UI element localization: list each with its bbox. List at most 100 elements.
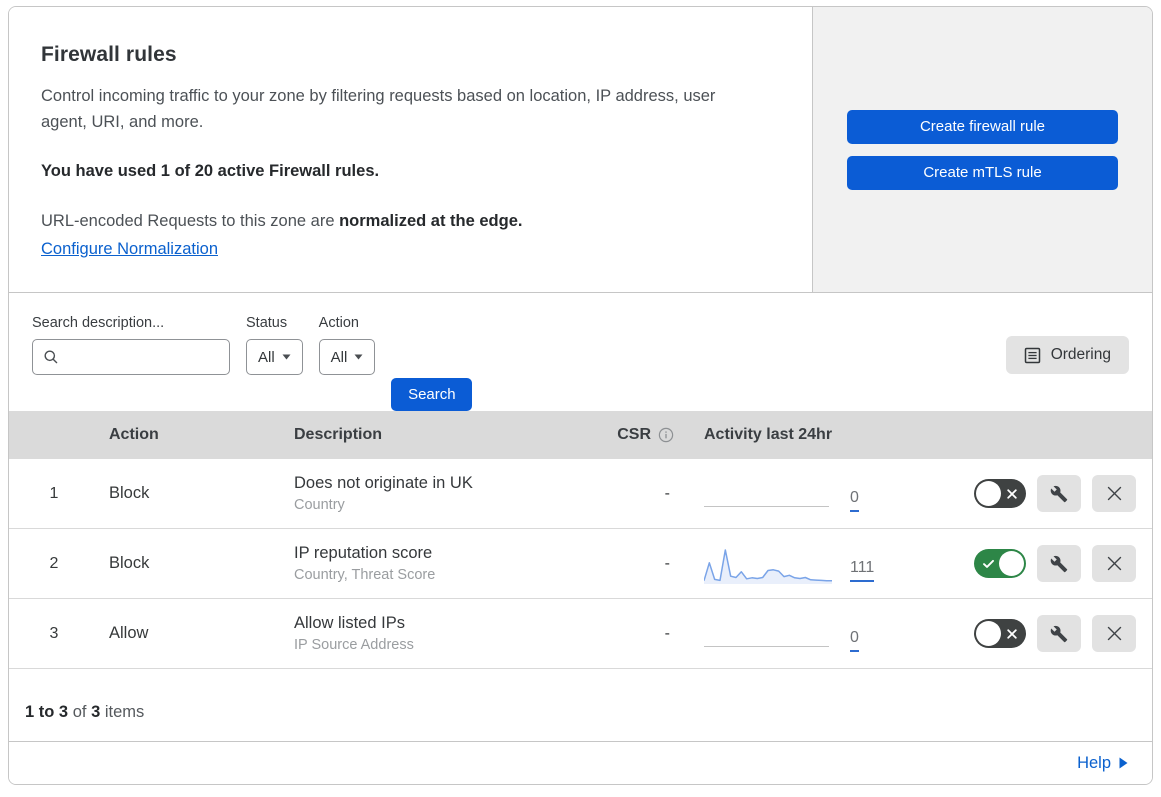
chevron-down-icon: [282, 354, 291, 360]
activity-sparkline: [704, 474, 832, 514]
configure-normalization-link[interactable]: Configure Normalization: [41, 240, 218, 259]
rule-priority: 1: [49, 484, 59, 502]
chevron-down-icon: [354, 354, 363, 360]
column-action: Action: [109, 426, 159, 443]
ordering-button[interactable]: Ordering: [1005, 336, 1129, 374]
help-label: Help: [1077, 753, 1111, 772]
page-description: Control incoming traffic to your zone by…: [41, 87, 716, 132]
rule-description: IP reputation score: [294, 544, 433, 562]
table-row: 3 Allow Allow listed IPs IP Source Addre…: [9, 599, 1152, 669]
wrench-icon: [1050, 625, 1068, 643]
delete-rule-button[interactable]: [1092, 615, 1136, 652]
rule-fields: Country: [294, 497, 345, 513]
activity-sparkline: [704, 614, 832, 654]
rule-csr-value: -: [664, 554, 670, 572]
rule-description-cell: Allow listed IPs IP Source Address: [284, 614, 594, 653]
action-label: Action: [318, 315, 359, 331]
filter-bar: Search description... Status All Action …: [9, 293, 1152, 411]
arrow-right-icon: [1119, 757, 1128, 769]
action-select[interactable]: All: [318, 339, 376, 375]
close-icon: [1107, 626, 1122, 641]
rule-activity-cell: 0: [694, 614, 914, 654]
toggle-knob: [976, 481, 1001, 506]
enable-toggle[interactable]: [974, 549, 1026, 578]
delete-rule-button[interactable]: [1092, 545, 1136, 582]
rule-description-cell: Does not originate in UK Country: [284, 474, 594, 513]
header-text-block: Firewall rules Control incoming traffic …: [9, 7, 813, 292]
column-activity: Activity last 24hr: [704, 426, 833, 443]
help-row: Help: [9, 741, 1152, 784]
rule-action: Block: [109, 554, 150, 572]
toggle-knob: [976, 621, 1001, 646]
rule-description: Does not originate in UK: [294, 474, 473, 492]
create-mtls-rule-button[interactable]: Create mTLS rule: [847, 155, 1118, 190]
close-icon: [1107, 486, 1122, 501]
status-selected-value: All: [258, 348, 275, 366]
info-icon[interactable]: [658, 427, 674, 443]
create-firewall-rule-button[interactable]: Create firewall rule: [847, 109, 1118, 144]
normalization-text: URL-encoded Requests to this zone are: [41, 211, 340, 230]
rule-description: Allow listed IPs: [294, 614, 405, 632]
search-group: Search description...: [32, 315, 230, 375]
edit-rule-button[interactable]: [1037, 615, 1081, 652]
header-section: Firewall rules Control incoming traffic …: [9, 7, 1152, 293]
ordering-list-icon: [1024, 347, 1041, 364]
search-input[interactable]: [32, 339, 230, 375]
rule-fields: IP Source Address: [294, 637, 414, 653]
firewall-rules-panel: Firewall rules Control incoming traffic …: [8, 6, 1153, 785]
status-label: Status: [246, 315, 288, 331]
wrench-icon: [1050, 485, 1068, 503]
search-icon: [43, 349, 59, 365]
activity-count-link[interactable]: 111: [850, 559, 875, 582]
activity-count-link[interactable]: 0: [850, 489, 859, 512]
pagination-total: 3: [91, 703, 101, 721]
rule-csr-value: -: [664, 624, 670, 642]
usage-summary: You have used 1 of 20 active Firewall ru…: [41, 161, 380, 180]
action-selected-value: All: [330, 348, 348, 366]
edit-rule-button[interactable]: [1037, 475, 1081, 512]
delete-rule-button[interactable]: [1092, 475, 1136, 512]
toggle-knob: [999, 551, 1024, 576]
rule-fields: Country, Threat Score: [294, 567, 436, 583]
action-filter-group: Action All: [318, 315, 376, 375]
pagination-items-label: items: [104, 703, 145, 721]
csr-label: CSR: [617, 426, 651, 443]
x-icon: [1007, 488, 1017, 499]
page-title: Firewall rules: [41, 43, 177, 66]
rule-csr-value: -: [664, 484, 670, 502]
enable-toggle[interactable]: [974, 619, 1026, 648]
rule-description-cell: IP reputation score Country, Threat Scor…: [284, 544, 594, 583]
rule-action: Block: [109, 484, 150, 502]
pagination-summary: 1 to 3 of 3 items: [9, 669, 1152, 741]
enable-toggle[interactable]: [974, 479, 1026, 508]
table-row: 2 Block IP reputation score Country, Thr…: [9, 529, 1152, 599]
pagination-of: of: [72, 703, 87, 721]
search-label: Search description...: [32, 315, 165, 331]
rule-priority: 3: [49, 624, 59, 642]
close-icon: [1107, 556, 1122, 571]
x-icon: [1007, 628, 1017, 639]
column-csr: CSR: [594, 426, 694, 444]
rule-activity-cell: 0: [694, 474, 914, 514]
search-button[interactable]: Search: [391, 378, 473, 411]
activity-count-link[interactable]: 0: [850, 629, 859, 652]
status-select[interactable]: All: [246, 339, 303, 375]
check-icon: [983, 559, 994, 568]
status-filter-group: Status All: [246, 315, 303, 375]
activity-sparkline: [704, 544, 832, 584]
normalization-bold: normalized at the edge.: [339, 211, 523, 230]
normalization-note: URL-encoded Requests to this zone are no…: [41, 209, 780, 234]
wrench-icon: [1050, 555, 1068, 573]
pagination-range: 1 to 3: [25, 703, 69, 721]
column-description: Description: [294, 426, 383, 443]
edit-rule-button[interactable]: [1037, 545, 1081, 582]
help-link[interactable]: Help: [1077, 754, 1128, 773]
header-actions-panel: Create firewall rule Create mTLS rule: [813, 7, 1152, 292]
table-row: 1 Block Does not originate in UK Country…: [9, 459, 1152, 529]
rule-controls: [914, 615, 1152, 652]
table-header: Action Description CSR Activity last 24h…: [9, 411, 1152, 459]
ordering-button-label: Ordering: [1050, 346, 1111, 363]
rule-priority: 2: [49, 554, 59, 572]
rule-controls: [914, 475, 1152, 512]
rule-controls: [914, 545, 1152, 582]
